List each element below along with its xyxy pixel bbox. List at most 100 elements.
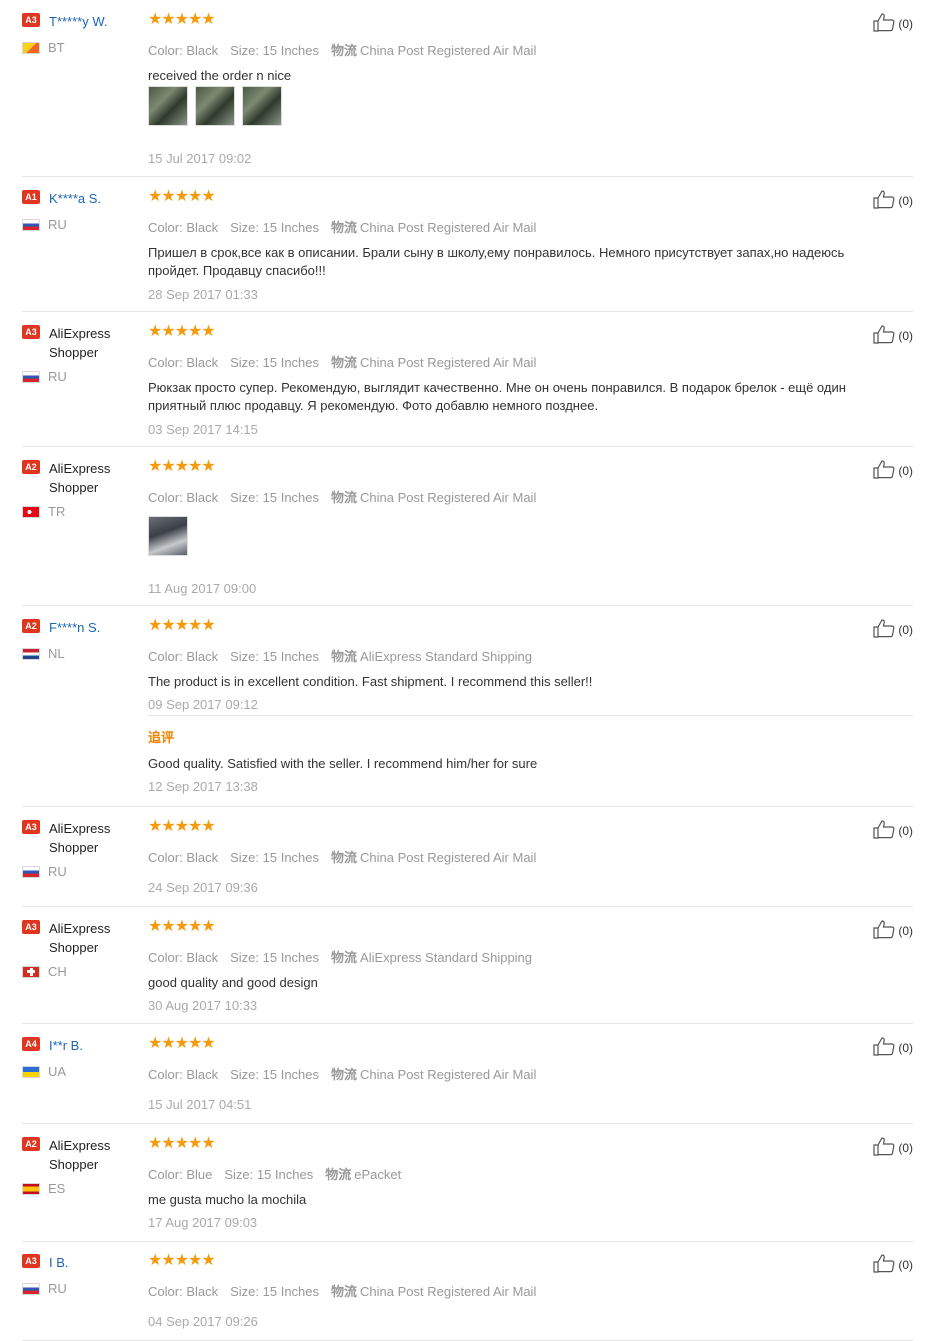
order-info: Color: Black Size: 15 Inches 物流 China Post … bbox=[148, 219, 536, 237]
review-date: 11 Aug 2017 09:00 bbox=[148, 581, 257, 596]
reviewer-name: AliExpress Shopper bbox=[49, 461, 111, 495]
color-label: Color: bbox=[148, 220, 183, 235]
review-item: A3 AliExpress Shopper RU ★★★★★ Color: Black S… bbox=[22, 819, 913, 907]
logistics-icon: 物流 bbox=[331, 649, 358, 664]
reviewer-country: UA bbox=[22, 1064, 66, 1079]
reviewer: A2 AliExpress Shopper bbox=[22, 1136, 132, 1174]
size-label: Size: bbox=[230, 220, 260, 235]
reviewer: A2 AliExpress Shopper bbox=[22, 459, 132, 497]
review-date: 15 Jul 2017 04:51 bbox=[148, 1097, 252, 1112]
review-photo-thumbnail[interactable] bbox=[148, 516, 188, 556]
helpful-button[interactable]: (0) bbox=[873, 819, 913, 842]
review-date: 09 Sep 2017 09:12 bbox=[148, 697, 258, 712]
country-flag-icon bbox=[22, 647, 40, 660]
reviewer: A4 I**r B. bbox=[22, 1036, 132, 1055]
reviewer-name[interactable]: F****n S. bbox=[49, 618, 100, 637]
country-flag-icon bbox=[22, 1282, 40, 1295]
country-flag-icon bbox=[22, 865, 40, 878]
reviewer-name[interactable]: I B. bbox=[49, 1253, 69, 1272]
review-photo-thumbnail[interactable] bbox=[148, 86, 188, 126]
reviewer: A3 AliExpress Shopper bbox=[22, 919, 132, 957]
order-info: Color: Black Size: 15 Inches 物流 China Post … bbox=[148, 1283, 536, 1301]
helpful-button[interactable]: (0) bbox=[873, 12, 913, 35]
thumbs-up-icon bbox=[873, 189, 898, 212]
helpful-count: (0) bbox=[898, 16, 913, 31]
review-text: received the order n nice bbox=[148, 68, 292, 83]
buyer-level-badge: A4 bbox=[22, 1037, 40, 1051]
review-photo-thumbnail[interactable] bbox=[195, 86, 235, 126]
color-label: Color: bbox=[148, 1284, 183, 1299]
size-value: 15 Inches bbox=[262, 649, 320, 664]
logistics-icon: 物流 bbox=[331, 43, 358, 58]
review-date: 04 Sep 2017 09:26 bbox=[148, 1314, 258, 1329]
star-rating: ★★★★★ bbox=[148, 617, 216, 634]
star-rating: ★★★★★ bbox=[148, 458, 216, 475]
review-photos bbox=[148, 86, 289, 126]
country-flag-icon bbox=[22, 505, 40, 518]
helpful-button[interactable]: (0) bbox=[873, 324, 913, 347]
reviewer: A1 K****a S. bbox=[22, 189, 132, 208]
color-value: Black bbox=[186, 490, 219, 505]
country-code: TR bbox=[48, 504, 66, 519]
helpful-button[interactable]: (0) bbox=[873, 459, 913, 482]
order-info: Color: Blue Size: 15 Inches 物流 ePacket bbox=[148, 1166, 401, 1184]
reviewer-country: TR bbox=[22, 504, 65, 519]
reviewer-country: RU bbox=[22, 369, 67, 384]
review-item: A3 I B. RU ★★★★★ Color: Black Size: 15 Inches… bbox=[22, 1253, 913, 1341]
star-rating: ★★★★★ bbox=[148, 818, 216, 835]
review-text: me gusta mucho la mochila bbox=[148, 1192, 307, 1207]
review-date: 24 Sep 2017 09:36 bbox=[148, 880, 258, 895]
country-flag-icon bbox=[22, 1182, 40, 1195]
reviewer-name: AliExpress Shopper bbox=[49, 821, 111, 855]
star-rating: ★★★★★ bbox=[148, 1252, 216, 1269]
order-info: Color: Black Size: 15 Inches 物流 AliExpress … bbox=[148, 648, 532, 666]
helpful-count: (0) bbox=[898, 622, 913, 637]
helpful-button[interactable]: (0) bbox=[873, 1036, 913, 1059]
reviewer: A3 AliExpress Shopper bbox=[22, 324, 132, 362]
shipping-method: ePacket bbox=[354, 1167, 402, 1182]
thumbs-up-icon bbox=[873, 919, 898, 942]
reviewer-name[interactable]: K****a S. bbox=[49, 189, 101, 208]
size-value: 15 Inches bbox=[262, 1284, 320, 1299]
buyer-level-badge: A2 bbox=[22, 619, 40, 633]
reviewer-name[interactable]: I**r B. bbox=[49, 1036, 83, 1055]
country-code: NL bbox=[48, 646, 65, 661]
size-value: 15 Inches bbox=[262, 220, 320, 235]
country-flag-icon bbox=[22, 1065, 40, 1078]
helpful-button[interactable]: (0) bbox=[873, 189, 913, 212]
shipping-method: China Post Registered Air Mail bbox=[360, 490, 537, 505]
size-value: 15 Inches bbox=[262, 950, 320, 965]
shipping-method: China Post Registered Air Mail bbox=[360, 1067, 537, 1082]
size-value: 15 Inches bbox=[262, 850, 320, 865]
review-date: 30 Aug 2017 10:33 bbox=[148, 998, 258, 1013]
color-label: Color: bbox=[148, 1067, 183, 1082]
size-label: Size: bbox=[230, 1284, 260, 1299]
logistics-icon: 物流 bbox=[331, 850, 358, 865]
country-flag-icon bbox=[22, 218, 40, 231]
buyer-level-badge: A2 bbox=[22, 460, 40, 474]
review-date: 28 Sep 2017 01:33 bbox=[148, 287, 258, 302]
color-value: Black bbox=[186, 355, 219, 370]
helpful-button[interactable]: (0) bbox=[873, 919, 913, 942]
review-photo-thumbnail[interactable] bbox=[242, 86, 282, 126]
country-code: CH bbox=[48, 964, 67, 979]
logistics-icon: 物流 bbox=[331, 950, 358, 965]
helpful-button[interactable]: (0) bbox=[873, 1253, 913, 1276]
country-code: ES bbox=[48, 1181, 66, 1196]
order-info: Color: Black Size: 15 Inches 物流 China Post … bbox=[148, 1066, 536, 1084]
helpful-count: (0) bbox=[898, 193, 913, 208]
star-rating: ★★★★★ bbox=[148, 188, 216, 205]
helpful-button[interactable]: (0) bbox=[873, 618, 913, 641]
logistics-icon: 物流 bbox=[331, 220, 358, 235]
order-info: Color: Black Size: 15 Inches 物流 China Post … bbox=[148, 849, 536, 867]
order-info: Color: Black Size: 15 Inches 物流 AliExpress … bbox=[148, 949, 532, 967]
reviewer-name: AliExpress Shopper bbox=[49, 1138, 111, 1172]
helpful-button[interactable]: (0) bbox=[873, 1136, 913, 1159]
country-flag-icon bbox=[22, 965, 40, 978]
color-label: Color: bbox=[148, 850, 183, 865]
review-text: good quality and good design bbox=[148, 975, 318, 990]
reviewer-name[interactable]: T*****y W. bbox=[49, 12, 108, 31]
star-rating: ★★★★★ bbox=[148, 11, 216, 28]
color-label: Color: bbox=[148, 43, 183, 58]
review-date: 17 Aug 2017 09:03 bbox=[148, 1215, 258, 1230]
